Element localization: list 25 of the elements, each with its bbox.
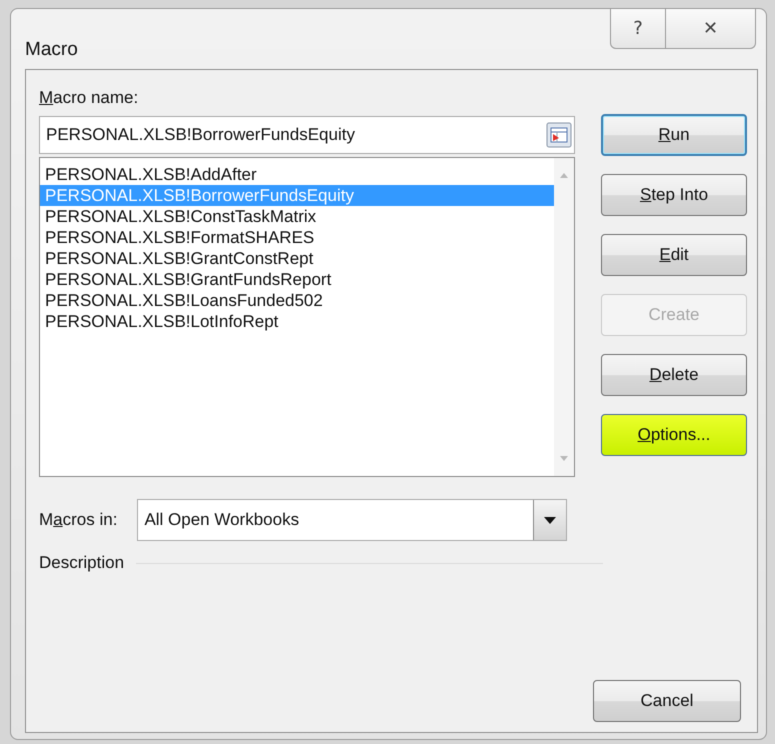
macro-item[interactable]: PERSONAL.XLSB!GrantConstRept [40,248,554,269]
macro-item[interactable]: PERSONAL.XLSB!GrantFundsReport [40,269,554,290]
macros-in-label: Macros in: [39,510,118,530]
window-title: Macro [25,39,78,61]
scroll-down-icon[interactable] [559,456,569,462]
dialog-button[interactable]: Options... [601,414,747,456]
cancel-button[interactable]: Cancel [593,680,741,722]
description-label: Description [39,553,124,573]
scroll-bar[interactable] [554,158,574,476]
close-button[interactable]: ✕ [666,9,756,49]
macro-item[interactable]: PERSONAL.XLSB!AddAfter [40,164,554,185]
macro-item[interactable]: PERSONAL.XLSB!FormatSHARES [40,227,554,248]
collapse-dialog-icon[interactable] [546,122,572,148]
dialog-button[interactable]: Run [601,114,747,156]
help-button[interactable]: ? [610,9,666,49]
macro-name-field[interactable]: PERSONAL.XLSB!BorrowerFundsEquity [39,116,575,154]
dialog-button[interactable]: Edit [601,234,747,276]
dialog-button[interactable]: Step Into [601,174,747,216]
macros-in-dropdown[interactable]: All Open Workbooks [137,499,568,541]
dialog-button[interactable]: Delete [601,354,747,396]
macro-item[interactable]: PERSONAL.XLSB!LotInfoRept [40,311,554,332]
macro-item[interactable]: PERSONAL.XLSB!ConstTaskMatrix [40,206,554,227]
scroll-up-icon[interactable] [559,172,569,178]
macro-name-label: Macro name: [39,88,140,108]
macro-item[interactable]: PERSONAL.XLSB!LoansFunded502 [40,290,554,311]
